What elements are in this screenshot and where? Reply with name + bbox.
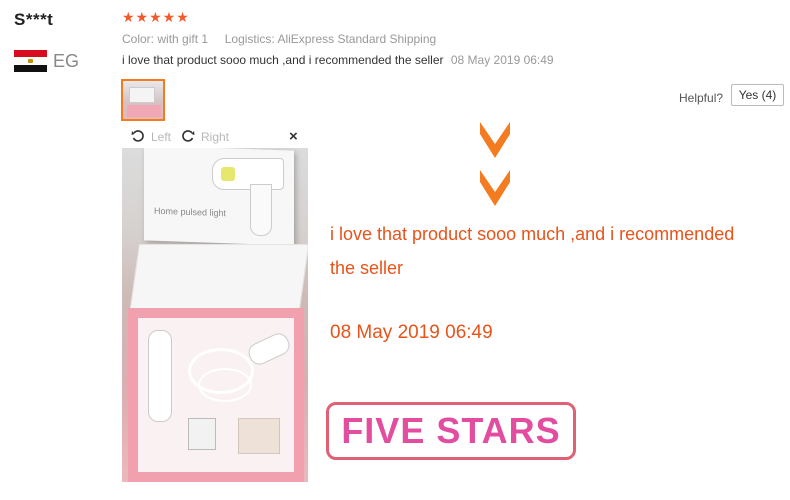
review-meta: Color: with gift 1 Logistics: AliExpress…: [122, 32, 436, 46]
five-stars-stamp: FIVE STARS: [326, 402, 576, 460]
rotate-right-icon[interactable]: [181, 129, 195, 143]
stamp-text: FIVE STARS: [341, 410, 561, 451]
rotate-left-icon[interactable]: [131, 129, 145, 143]
color-label: Color:: [122, 32, 155, 46]
helpful-yes-button[interactable]: Yes (4): [731, 84, 784, 106]
helpful-label: Helpful?: [679, 91, 724, 105]
review-date: 08 May 2019 06:49: [450, 53, 554, 67]
annotation-review-text: i love that product sooo much ,and i rec…: [330, 217, 770, 285]
annotation-line-1: i love that product sooo much ,and i rec…: [330, 224, 735, 244]
reviewer-name: S***t: [14, 10, 54, 29]
rotate-right-label[interactable]: Right: [201, 130, 229, 144]
rotate-left-label[interactable]: Left: [151, 130, 171, 144]
review-text-line: i love that product sooo much ,and i rec…: [122, 53, 554, 67]
review-photo-large: Home pulsed light: [122, 148, 308, 482]
star-rating: ★★★★★: [122, 9, 190, 25]
down-chevron-icon: [480, 170, 510, 206]
down-chevron-icon: [480, 122, 510, 158]
logistics-value: AliExpress Standard Shipping: [277, 32, 437, 46]
logistics-label: Logistics:: [224, 32, 275, 46]
reviewer-country: EG: [53, 51, 80, 71]
egypt-flag-icon: [14, 50, 47, 72]
review-photo-thumbnail[interactable]: [121, 79, 165, 121]
annotation-line-2: the seller: [330, 258, 404, 278]
color-value: with gift 1: [157, 32, 209, 46]
annotation-date: 08 May 2019 06:49: [330, 322, 493, 343]
close-icon[interactable]: ×: [289, 128, 298, 145]
product-box-label: Home pulsed light: [154, 205, 227, 219]
review-text: i love that product sooo much ,and i rec…: [122, 53, 444, 67]
